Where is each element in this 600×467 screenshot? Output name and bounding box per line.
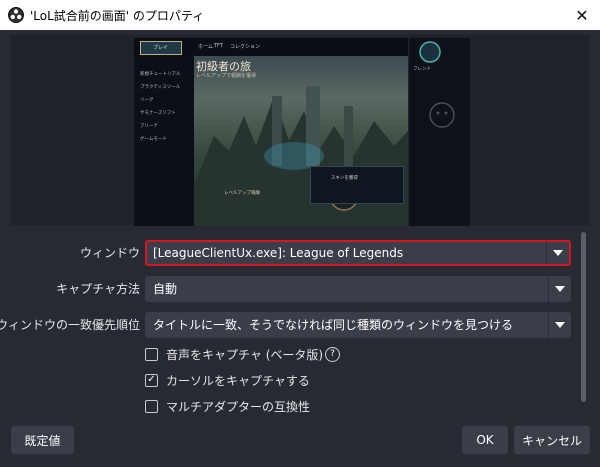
window-title: 'LoL試合前の画面' のプロパティ (30, 8, 205, 23)
lol-play-label: プレイ (153, 45, 169, 51)
defaults-button[interactable]: 既定値 (11, 426, 74, 454)
audio-capture-label: 音声をキャプチャ (ベータ版) (166, 347, 324, 362)
lol-sidebar-item: アリーナ (140, 124, 158, 129)
obs-app-icon (8, 7, 24, 23)
lol-sidebar-item: サモナーズリフト (140, 111, 176, 116)
scrollbar-thumb[interactable] (581, 232, 586, 402)
cancel-button-label: キャンセル (521, 433, 582, 448)
audio-capture-checkbox[interactable] (145, 347, 158, 361)
lol-nav-item: TFT (214, 43, 223, 49)
lol-level-text: レベルアップ報酬 (224, 191, 260, 196)
defaults-button-label: 既定値 (24, 433, 61, 448)
ok-button-label: OK (476, 433, 494, 447)
lol-profile-icon (419, 41, 441, 63)
lol-sidebar-item: リーグ (140, 98, 154, 103)
match-priority-dropdown-button[interactable] (548, 312, 571, 338)
cancel-button[interactable]: キャンセル (514, 426, 590, 454)
close-button[interactable]: ✕ (570, 3, 594, 27)
capture-method-row: キャプチャ方法 自動 (0, 276, 600, 302)
checkmark-icon: ✓ (147, 374, 156, 385)
capture-method-dropdown-button[interactable] (548, 276, 571, 302)
lol-friends-panel: フレンド (408, 38, 470, 226)
close-icon: ✕ (575, 5, 589, 25)
cursor-capture-label: カーソルをキャプチャする (166, 373, 310, 388)
lol-nav-item: コレクション (230, 44, 261, 50)
multi-adapter-option[interactable]: マルチアダプターの互換性 (145, 397, 310, 415)
help-icon[interactable]: ? (325, 346, 341, 362)
lol-sidebar-item: プラクティスツール (140, 85, 181, 90)
lol-sidebar-item: 新規チュートリアル (140, 72, 181, 77)
ok-button[interactable]: OK (462, 426, 508, 454)
match-priority-select[interactable]: タイトルに一致、そうでなければ同じ種類のウィンドウを見つける (145, 312, 571, 338)
window-dropdown-button[interactable] (546, 242, 569, 264)
chevron-down-icon (553, 250, 563, 256)
lol-subtitle: レベルアップで報酬を獲得 (196, 73, 257, 79)
window-label: ウィンドウ (79, 246, 140, 260)
lol-poro-icon (429, 102, 455, 128)
lol-card-text: スキンを獲得 (331, 176, 358, 181)
cursor-capture-option[interactable]: ✓ カーソルをキャプチャする (145, 371, 310, 389)
match-priority-row: ウィンドウの一致優先順位 タイトルに一致、そうでなければ同じ種類のウィンドウを見… (0, 312, 600, 338)
lol-sidebar: 新規チュートリアル プラクティスツール リーグ サモナーズリフト アリーナ ゲー… (134, 56, 195, 226)
window-row: ウィンドウ [LeagueClientUx.exe]: League of Le… (0, 240, 600, 266)
window-select[interactable]: [LeagueClientUx.exe]: League of Legends (145, 240, 571, 266)
lol-sidebar-item: ゲームモード (140, 137, 167, 142)
multi-adapter-checkbox[interactable] (145, 399, 158, 413)
window-select-value: [LeagueClientUx.exe]: League of Legends (153, 246, 404, 260)
vertical-scrollbar[interactable] (580, 232, 588, 412)
cursor-capture-checkbox[interactable]: ✓ (145, 373, 158, 387)
chevron-down-icon (555, 322, 565, 328)
lol-nav-item: ホーム (198, 44, 213, 50)
lol-friends-label: フレンド (413, 67, 431, 72)
capture-method-select[interactable]: 自動 (145, 276, 571, 302)
match-priority-value: タイトルに一致、そうでなければ同じ種類のウィンドウを見つける (153, 318, 514, 332)
audio-capture-option[interactable]: 音声をキャプチャ (ベータ版) ? (145, 345, 341, 363)
chevron-down-icon (555, 286, 565, 292)
lol-promo-card: スキンを獲得 (310, 166, 404, 204)
source-preview: プレイ ホーム TFT コレクション 新規チュートリアル プラクティスツール リ… (134, 38, 470, 226)
multi-adapter-label: マルチアダプターの互換性 (166, 399, 311, 414)
capture-method-label: キャプチャ方法 (56, 282, 140, 296)
title-bar: 'LoL試合前の画面' のプロパティ ✕ (0, 0, 600, 30)
capture-method-value: 自動 (153, 282, 178, 296)
lol-play-button: プレイ (140, 41, 182, 55)
match-priority-label: ウィンドウの一致優先順位 (0, 318, 140, 332)
